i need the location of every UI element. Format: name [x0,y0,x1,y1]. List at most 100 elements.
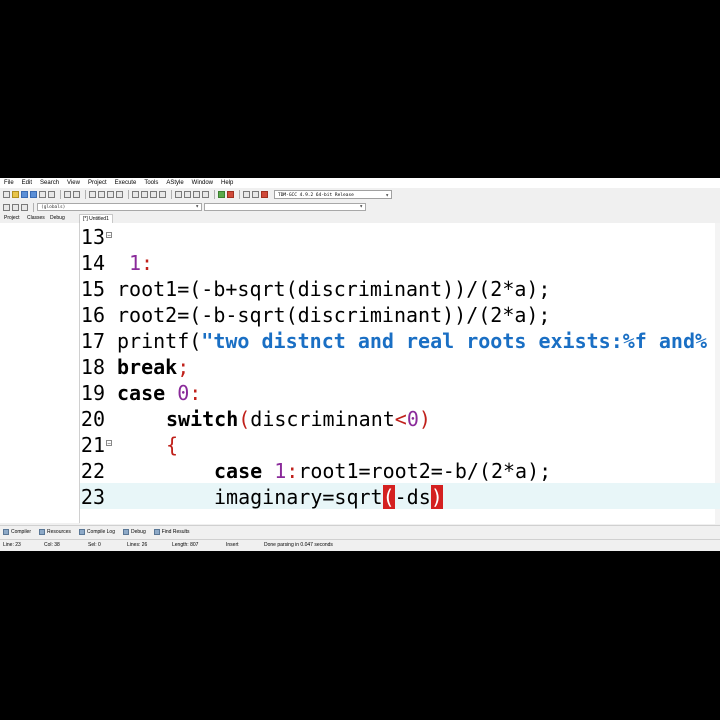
line-number: 13 [80,225,105,249]
code-token: < [394,407,407,431]
rebuild-icon[interactable] [202,190,209,198]
insert-icon[interactable] [3,203,10,211]
find-results-icon [153,528,160,535]
find-next-icon[interactable] [107,190,114,198]
find-icon[interactable] [89,190,96,198]
class-toolbar: (globals) [0,201,720,213]
menu-execute[interactable]: Execute [111,178,141,188]
code-line: 20 switch(discriminant<0) [80,407,431,431]
line-number: 17 [80,329,105,353]
stop-execution-icon[interactable] [227,190,234,198]
code-token: : [141,251,154,275]
tab-classes[interactable]: Classes [27,215,45,222]
tab-compile-log[interactable]: Compile Log [78,528,115,535]
code-token: 1 [274,459,287,483]
toolbar-separator [171,189,172,199]
compile-run-icon[interactable] [193,190,200,198]
menu-help[interactable]: Help [217,178,237,188]
keyword: switch [166,407,239,431]
toolbar-separator [128,189,129,199]
menu-tools[interactable]: Tools [140,178,162,188]
code-line: 21 − { [80,431,720,457]
check-syntax-icon[interactable] [218,190,225,198]
menu-window[interactable]: Window [188,178,217,188]
save-all-icon[interactable] [30,190,37,198]
tab-debug-output[interactable]: Debug [123,528,146,535]
tab-label: Debug [131,528,146,535]
code-text: { [166,433,179,457]
line-number: 15 [80,277,105,301]
toolbar-separator [33,202,34,212]
add-to-project-icon[interactable] [141,190,148,198]
code-token: 0 [406,407,419,431]
redo-icon[interactable] [73,190,80,198]
code-token: 0 [177,381,190,405]
compiler-icon [3,528,9,535]
menu-file[interactable]: File [0,178,18,188]
undo-icon[interactable] [64,190,71,198]
bottom-panel-tabs: Compiler Resources Compile Log Debug Fin… [0,525,720,537]
compile-icon[interactable] [175,190,182,198]
tab-debug[interactable]: Debug [50,215,65,222]
line-number: 16 [80,303,105,327]
code-token: printf( [117,329,202,353]
line-number: 19 [80,381,105,405]
goto-line-icon[interactable] [116,190,123,198]
open-folder-icon[interactable] [12,190,19,198]
run-icon[interactable] [184,190,191,198]
project-options-icon[interactable] [159,190,166,198]
new-project-icon[interactable] [132,190,139,198]
menu-edit[interactable]: Edit [18,178,36,188]
tab-resources[interactable]: Resources [39,528,71,535]
line-number: 14 [80,251,105,275]
save-icon[interactable] [21,190,28,198]
replace-icon[interactable] [98,190,105,198]
code-token: 1 [129,251,142,275]
menu-view[interactable]: View [63,178,84,188]
fold-marker-icon[interactable]: − [106,232,112,239]
code-line: 17 printf("two distnct and real roots ex… [80,327,720,353]
delete-profile-icon[interactable] [261,190,268,198]
code-text: root2=(-b-sqrt(discriminant))/(2*a); [117,303,551,327]
code-line: 18 break; [80,353,720,379]
status-mode: Insert [226,542,239,548]
tab-project[interactable]: Project [4,215,20,222]
project-panel [0,223,80,523]
status-line: Line: 23 [3,542,21,548]
tab-compiler[interactable]: Compiler [3,528,31,535]
code-line-current: 23 imaginary=sqrt(-ds) [80,483,720,509]
profile-icon[interactable] [252,190,259,198]
string-literal: "two distnct and real roots exists:%f an… [201,329,708,353]
goto-bookmark-icon[interactable] [21,203,28,211]
function-combo[interactable] [204,203,366,211]
print-icon[interactable] [48,190,55,198]
toolbar-separator [239,189,240,199]
new-file-icon[interactable] [3,190,10,198]
code-token: imaginary=sqrt [214,485,383,509]
tab-label: Find Results [161,528,190,535]
code-token: ; [177,355,190,379]
menu-astyle[interactable]: AStyle [162,178,187,188]
status-sel: Sel: 0 [88,542,101,548]
code-text: root1=(-b+sqrt(discriminant))/(2*a); [117,277,551,301]
editor-tab-untitled1[interactable]: [*] Untitled1 [79,214,113,223]
resources-icon [39,528,46,535]
remove-from-project-icon[interactable] [150,190,157,198]
debug-icon[interactable] [243,190,250,198]
menu-project[interactable]: Project [84,178,111,188]
menu-bar: File Edit Search View Project Execute To… [0,178,720,188]
tab-find-results[interactable]: Find Results [153,528,190,535]
code-line: 16 root2=(-b-sqrt(discriminant))/(2*a); [80,301,720,327]
menu-search[interactable]: Search [36,178,63,188]
toolbar-separator [214,189,215,199]
compiler-select[interactable]: TDM-GCC 4.9.2 64-bit Release [274,189,392,200]
dev-cpp-window: File Edit Search View Project Execute To… [0,178,720,551]
toggle-bookmark-icon[interactable] [12,203,19,211]
line-number: 21 [80,433,105,457]
globals-combo[interactable]: (globals) [37,203,202,211]
code-editor[interactable]: 13 − 14 1: 15 root1=(-b+sqrt(discriminan… [80,223,720,524]
status-message: Done parsing in 0.047 seconds [264,542,333,548]
close-file-icon[interactable] [39,190,46,198]
fold-marker-icon[interactable]: − [106,440,112,447]
tabs-row: Project Classes Debug [*] Untitled1 [0,214,720,223]
